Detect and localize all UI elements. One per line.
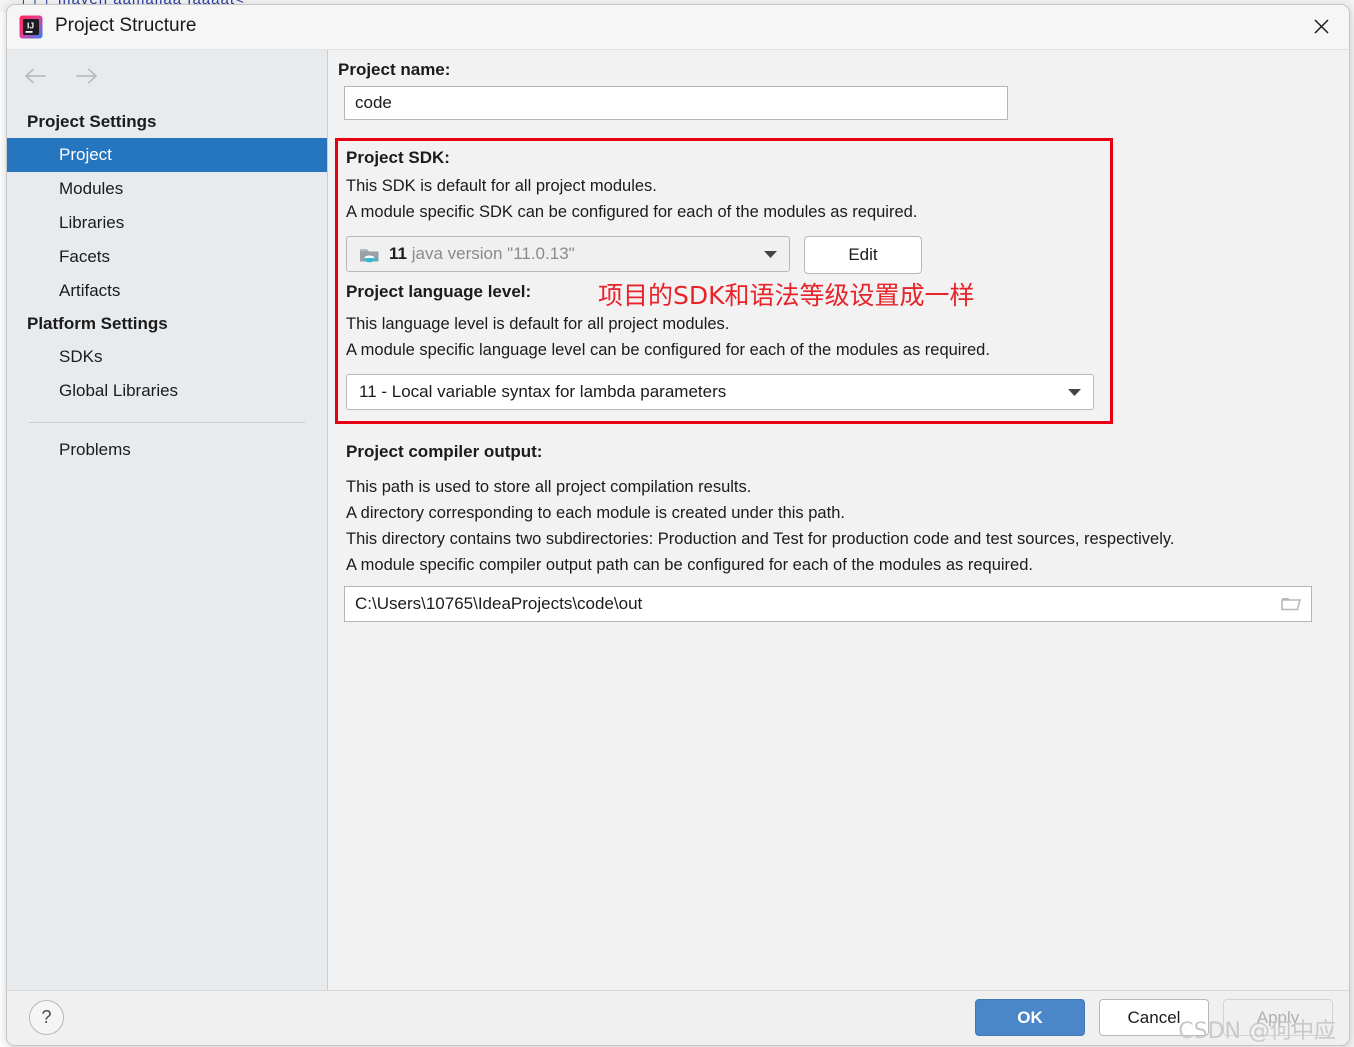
project-name-input[interactable]: code xyxy=(344,86,1008,120)
sidebar-item-project[interactable]: Project xyxy=(7,138,327,172)
chevron-down-icon[interactable] xyxy=(1061,388,1087,397)
project-compiler-output-description-3: This directory contains two subdirectori… xyxy=(346,530,1175,548)
project-sdk-detail: java version "11.0.13" xyxy=(411,244,575,263)
settings-sidebar: Project Settings Project Modules Librari… xyxy=(7,50,328,990)
project-language-level-value: 11 - Local variable syntax for lambda pa… xyxy=(359,382,727,401)
nav-group-project-settings: Project Settings xyxy=(27,112,157,131)
dialog-title: Project Structure xyxy=(55,15,197,36)
sidebar-divider xyxy=(29,422,305,423)
project-structure-dialog: IJ Project Structure Project Settings Pr… xyxy=(6,4,1350,1046)
project-compiler-output-label: Project compiler output: xyxy=(346,442,543,461)
settings-nav-list: Project Settings Project Modules Librari… xyxy=(7,106,327,467)
project-language-level-description-2: A module specific language level can be … xyxy=(346,341,990,359)
cancel-button[interactable]: Cancel xyxy=(1099,999,1209,1036)
sidebar-item-artifacts[interactable]: Artifacts xyxy=(7,274,327,308)
sidebar-item-global-libraries[interactable]: Global Libraries xyxy=(7,374,327,408)
project-language-level-label: Project language level: xyxy=(346,282,532,301)
project-sdk-description-1: This SDK is default for all project modu… xyxy=(346,177,657,195)
apply-button: Apply xyxy=(1223,999,1333,1036)
arrow-left-icon[interactable] xyxy=(21,62,49,90)
project-compiler-output-description-1: This path is used to store all project c… xyxy=(346,478,752,496)
footer-button-group: OK Cancel Apply xyxy=(975,999,1333,1036)
project-name-label: Project name: xyxy=(338,60,451,79)
project-compiler-output-description-4: A module specific compiler output path c… xyxy=(346,556,1033,574)
sidebar-item-sdks[interactable]: SDKs xyxy=(7,340,327,374)
compiler-output-path-value: C:\Users\10765\IdeaProjects\code\out xyxy=(355,594,643,613)
project-sdk-combo-text: 11 java version "11.0.13" xyxy=(389,244,757,264)
project-sdk-version: 11 xyxy=(389,244,407,263)
chevron-down-icon[interactable] xyxy=(757,250,783,259)
compiler-output-path-field[interactable]: C:\Users\10765\IdeaProjects\code\out xyxy=(344,586,1312,622)
svg-text:IJ: IJ xyxy=(27,21,34,31)
settings-main-panel: Project name: code Project SDK: This SDK… xyxy=(328,50,1349,990)
project-language-level-combo[interactable]: 11 - Local variable syntax for lambda pa… xyxy=(346,374,1094,410)
intellij-idea-icon: IJ xyxy=(19,15,43,39)
ok-button[interactable]: OK xyxy=(975,999,1085,1036)
folder-icon[interactable] xyxy=(1271,587,1311,621)
dialog-footer: ? OK Cancel Apply xyxy=(7,990,1349,1045)
annotation-text: 项目的SDK和语法等级设置成一样 xyxy=(598,281,975,310)
dialog-titlebar: IJ Project Structure xyxy=(7,5,1349,50)
project-name-value: code xyxy=(355,93,392,112)
arrow-right-icon[interactable] xyxy=(73,62,101,90)
project-compiler-output-description-2: A directory corresponding to each module… xyxy=(346,504,845,522)
close-icon[interactable] xyxy=(1293,5,1349,48)
nav-group-platform-settings: Platform Settings xyxy=(27,314,168,333)
project-sdk-description-2: A module specific SDK can be configured … xyxy=(346,203,918,221)
java-sdk-folder-icon xyxy=(359,245,381,264)
sidebar-item-problems[interactable]: Problems xyxy=(7,433,327,467)
edit-sdk-button[interactable]: Edit xyxy=(804,236,922,274)
project-name-label-wrap: Project name: xyxy=(338,60,450,80)
help-button[interactable]: ? xyxy=(29,1000,64,1035)
sidebar-item-facets[interactable]: Facets xyxy=(7,240,327,274)
sidebar-item-libraries[interactable]: Libraries xyxy=(7,206,327,240)
project-sdk-combo[interactable]: 11 java version "11.0.13" xyxy=(346,236,790,272)
navigation-arrows xyxy=(21,62,101,90)
project-sdk-label: Project SDK: xyxy=(346,148,450,167)
dialog-body: Project Settings Project Modules Librari… xyxy=(7,50,1349,990)
project-language-level-description-1: This language level is default for all p… xyxy=(346,315,730,333)
sidebar-item-modules[interactable]: Modules xyxy=(7,172,327,206)
